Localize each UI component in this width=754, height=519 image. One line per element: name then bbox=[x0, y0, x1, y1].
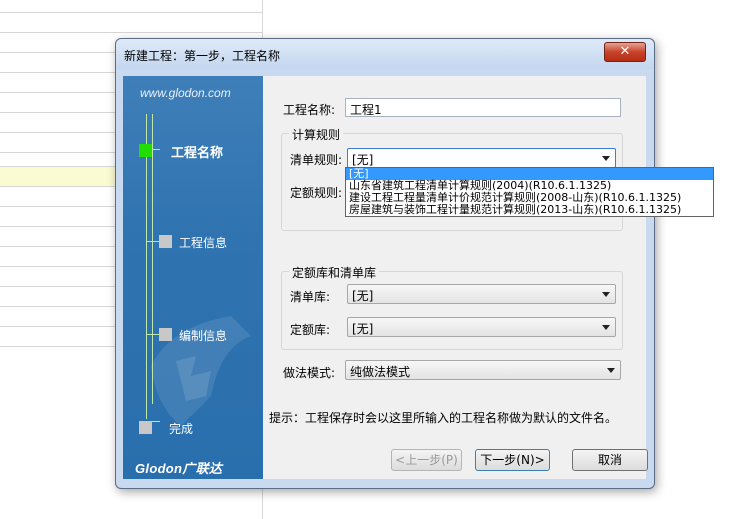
step-compile-info: 编制信息 bbox=[179, 329, 228, 343]
watermark-logo-icon bbox=[151, 316, 251, 426]
project-name-input[interactable]: 工程1 bbox=[345, 98, 621, 117]
close-icon: ✕ bbox=[619, 44, 631, 59]
calc-rules-group-title: 计算规则 bbox=[289, 126, 344, 143]
wizard-content: 工程名称: 工程1 计算规则 清单规则: [无] 定额规则: 定额库和清单库 清… bbox=[263, 76, 648, 479]
bill-rule-value: [无] bbox=[352, 153, 374, 167]
dropdown-option[interactable]: 房屋建筑与装饰工程计量规范计算规则(2013-山东)(R10.6.1.1325) bbox=[346, 204, 713, 216]
background-row-line bbox=[0, 12, 262, 13]
wizard-sidebar: www.glodon.com 工程名称 工程信息 编制信息 完成 Glodon广… bbox=[123, 76, 263, 479]
step-marker bbox=[159, 328, 172, 341]
sidebar-url: www.glodon.com bbox=[140, 86, 231, 100]
mode-value: 纯做法模式 bbox=[350, 365, 411, 379]
hint-text: 提示：工程保存时会以这里所输入的工程名称做为默认的文件名。 bbox=[269, 411, 618, 425]
chevron-down-icon[interactable] bbox=[602, 156, 610, 161]
quota-rule-label: 定额规则: bbox=[290, 186, 343, 200]
background-row-line bbox=[0, 32, 262, 33]
bill-lib-label: 清单库: bbox=[290, 290, 331, 304]
bill-rule-label: 清单规则: bbox=[290, 153, 343, 167]
project-name-value: 工程1 bbox=[350, 103, 382, 117]
mode-label: 做法模式: bbox=[283, 366, 336, 380]
step-marker bbox=[159, 235, 172, 248]
step-tree-branch bbox=[146, 334, 160, 335]
quota-lib-select[interactable]: [无] bbox=[347, 317, 616, 337]
bill-rule-dropdown-list: [无] 山东省建筑工程清单计算规则(2004)(R10.6.1.1325) 建设… bbox=[345, 167, 714, 217]
bill-lib-value: [无] bbox=[352, 289, 374, 303]
glodon-logo: Glodon广联达 bbox=[135, 461, 223, 476]
mode-select[interactable]: 纯做法模式 bbox=[345, 360, 621, 380]
step-marker bbox=[139, 421, 152, 434]
new-project-dialog: 新建工程：第一步，工程名称 ✕ www.glodon.com 工程名称 工程信息… bbox=[115, 38, 655, 489]
step-project-name: 工程名称 bbox=[171, 146, 224, 161]
step-tree-line-inner bbox=[152, 114, 153, 404]
next-button[interactable]: 下一步(N)> bbox=[475, 449, 550, 471]
libs-group-title: 定额库和清单库 bbox=[289, 264, 380, 281]
step-marker-active bbox=[139, 144, 152, 157]
chevron-down-icon[interactable] bbox=[607, 368, 615, 373]
quota-lib-value: [无] bbox=[352, 322, 374, 336]
step-finish: 完成 bbox=[169, 422, 194, 436]
libs-group bbox=[281, 271, 623, 350]
dialog-title: 新建工程：第一步，工程名称 bbox=[124, 49, 281, 63]
dialog-titlebar[interactable]: 新建工程：第一步，工程名称 ✕ bbox=[116, 39, 654, 69]
step-tree-line bbox=[146, 114, 147, 419]
step-tree-branch bbox=[146, 241, 160, 242]
chevron-down-icon[interactable] bbox=[602, 292, 610, 297]
quota-lib-label: 定额库: bbox=[290, 323, 331, 337]
close-button[interactable]: ✕ bbox=[604, 42, 646, 62]
prev-button[interactable]: <上一步(P) bbox=[391, 449, 462, 471]
bill-lib-select[interactable]: [无] bbox=[347, 284, 616, 304]
project-name-label: 工程名称: bbox=[283, 103, 336, 117]
bill-rule-select[interactable]: [无] bbox=[347, 148, 616, 168]
cancel-button[interactable]: 取消 bbox=[572, 449, 648, 471]
chevron-down-icon[interactable] bbox=[602, 325, 610, 330]
step-project-info: 工程信息 bbox=[179, 236, 228, 250]
